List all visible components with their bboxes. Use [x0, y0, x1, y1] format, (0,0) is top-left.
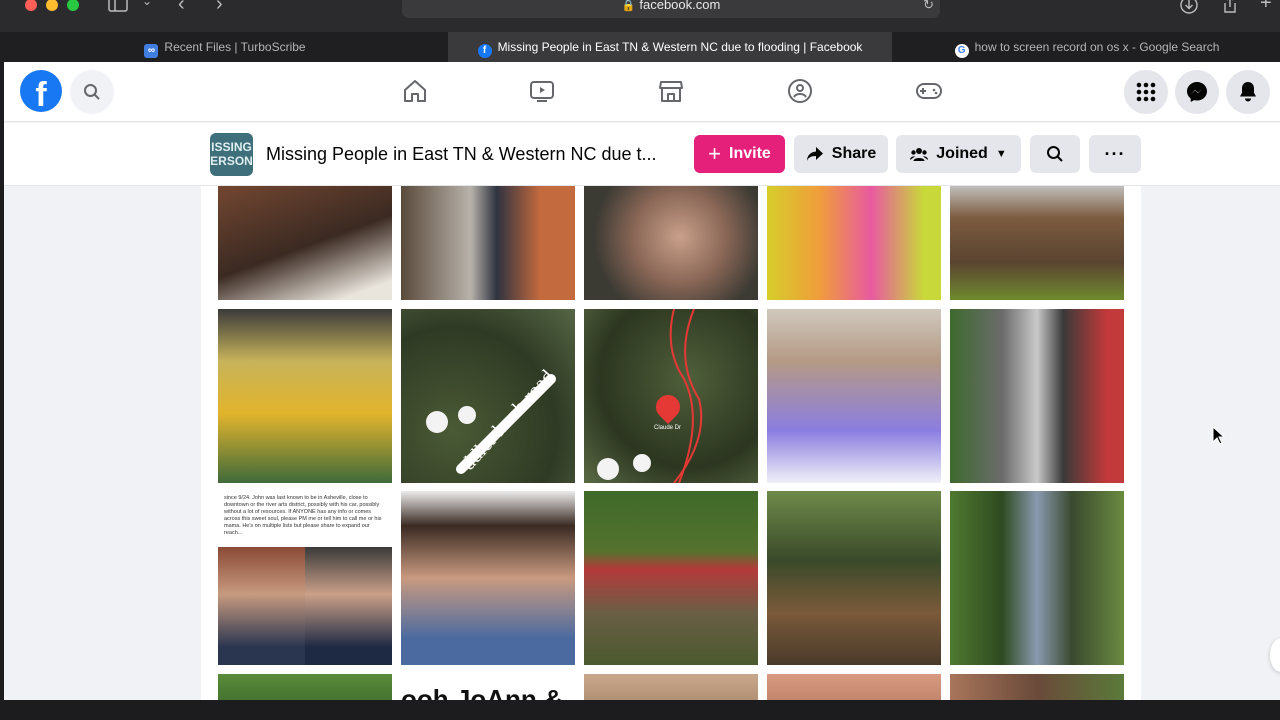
- photo-grid: ddler knob road Claude Dr since 9/24. Jo…: [201, 186, 1141, 700]
- lock-icon: 🔒: [621, 0, 636, 12]
- joined-label: Joined: [936, 145, 988, 162]
- share-button[interactable]: Share: [794, 135, 888, 173]
- marketplace-icon[interactable]: [656, 76, 686, 106]
- caret-down-icon: ▼: [995, 148, 1007, 160]
- facebook-logo-icon[interactable]: f: [20, 70, 62, 114]
- tab-strip: ∞ Recent Files | TurboScribe f Missing Peo…: [0, 32, 1280, 62]
- photo-man-in-woods[interactable]: [950, 491, 1124, 665]
- browser-titlebar: ⌄ ‹ › 🔒 facebook.com ↻ +: [0, 0, 1280, 32]
- group-thumb-text: ISSING ERSON: [210, 140, 253, 168]
- photo-person-face-2[interactable]: [767, 674, 941, 700]
- chevron-down-icon[interactable]: ⌄: [142, 0, 152, 8]
- group-thumbnail[interactable]: ISSING ERSON: [210, 133, 253, 176]
- caption-post-text: since 9/24. John was last known to be in…: [224, 495, 382, 536]
- photo-trees[interactable]: [218, 674, 392, 700]
- tab-facebook[interactable]: f Missing People in East TN & Western NC …: [448, 32, 892, 62]
- messenger-button[interactable]: [1175, 70, 1219, 114]
- photo-woman-yellow-dress[interactable]: [218, 309, 392, 483]
- photo-man-left: [218, 547, 305, 665]
- home-icon[interactable]: [400, 76, 430, 106]
- photo-map-road[interactable]: ddler knob road: [401, 309, 575, 483]
- more-options-button[interactable]: ···: [1089, 135, 1141, 173]
- minimize-window-button[interactable]: [46, 0, 58, 11]
- new-tab-icon[interactable]: +: [1260, 0, 1272, 15]
- group-header: ISSING ERSON Missing People in East TN &…: [4, 123, 1280, 186]
- invite-button[interactable]: + Invite: [694, 135, 785, 173]
- photo-red-car-wreck[interactable]: [584, 491, 758, 665]
- photo-man-standing[interactable]: [401, 186, 575, 300]
- search-icon: [1047, 146, 1063, 162]
- partial-post-text: ooh JoAnn &: [401, 684, 563, 700]
- photo-children-leis[interactable]: [767, 186, 941, 300]
- address-bar[interactable]: 🔒 facebook.com ↻: [402, 0, 940, 18]
- tab-turboscribe[interactable]: ∞ Recent Files | TurboScribe: [4, 32, 446, 62]
- invite-label: Invite: [729, 145, 771, 162]
- zoom-window-button[interactable]: [67, 0, 79, 11]
- tab-label: Recent Files | TurboScribe: [164, 40, 306, 54]
- tab-google[interactable]: Ghow to screen record on os x - Google S…: [894, 32, 1280, 62]
- photo-cabin[interactable]: [950, 186, 1124, 300]
- map-pin-label: Claude Dr: [654, 425, 682, 431]
- photo-caption-post[interactable]: since 9/24. John was last known to be in…: [218, 491, 392, 665]
- chat-bubble-button[interactable]: [1270, 638, 1280, 672]
- group-search-button[interactable]: [1030, 135, 1080, 173]
- bell-icon: [1240, 82, 1256, 102]
- more-dots-icon: ···: [1104, 143, 1126, 164]
- sidebar-icon[interactable]: [108, 0, 128, 17]
- bottom-bar: [0, 700, 1280, 720]
- downloads-icon[interactable]: [1180, 0, 1198, 19]
- photo-fallen-logs[interactable]: [767, 491, 941, 665]
- facebook-favicon-icon: f: [477, 44, 492, 58]
- search-button[interactable]: [70, 70, 114, 114]
- photo-text-post[interactable]: ooh JoAnn &: [401, 674, 575, 700]
- notifications-button[interactable]: [1226, 70, 1270, 114]
- tab-label: how to screen record on os x - Google Se…: [974, 40, 1220, 54]
- photo-person-face[interactable]: [584, 674, 758, 700]
- google-favicon-icon: G: [954, 44, 969, 58]
- apps-grid-icon: [1136, 82, 1156, 102]
- photo-man-cigar[interactable]: [584, 186, 758, 300]
- photo-man-jacket[interactable]: [950, 309, 1124, 483]
- video-icon[interactable]: [527, 76, 557, 106]
- back-icon[interactable]: ‹: [178, 0, 185, 16]
- photo-man-sunglasses[interactable]: [767, 309, 941, 483]
- share-label: Share: [831, 145, 877, 162]
- group-title[interactable]: Missing People in East TN & Western NC d…: [266, 144, 657, 165]
- tab-label: Missing People in East TN & Western NC d…: [497, 40, 863, 54]
- reload-icon[interactable]: ↻: [923, 0, 934, 18]
- menu-button[interactable]: [1124, 70, 1168, 114]
- share-icon[interactable]: [1222, 0, 1238, 19]
- plus-icon: +: [708, 141, 722, 166]
- facebook-top-nav: f: [4, 62, 1280, 122]
- logo-letter: f: [35, 76, 47, 114]
- facebook-page: f ISSING ERSON Missing People in East TN…: [4, 62, 1280, 700]
- joined-button[interactable]: Joined ▼: [896, 135, 1021, 173]
- photo-building[interactable]: [950, 674, 1124, 700]
- search-icon: [84, 84, 100, 100]
- mouse-cursor-icon: [1212, 426, 1226, 445]
- close-window-button[interactable]: [25, 0, 37, 11]
- photo-map-pin[interactable]: Claude Dr: [584, 309, 758, 483]
- forward-icon[interactable]: ›: [216, 0, 223, 16]
- photo-family-dinner[interactable]: [218, 186, 392, 300]
- share-arrow-icon: [806, 147, 823, 161]
- gaming-icon[interactable]: [914, 76, 944, 106]
- group-members-icon: [910, 148, 929, 161]
- photo-man-right: [305, 547, 392, 665]
- url-text: facebook.com: [639, 0, 721, 12]
- photo-man-smiling[interactable]: [401, 491, 575, 665]
- messenger-icon: [1187, 82, 1207, 102]
- groups-icon[interactable]: [785, 76, 815, 106]
- turboscribe-icon: ∞: [144, 44, 159, 58]
